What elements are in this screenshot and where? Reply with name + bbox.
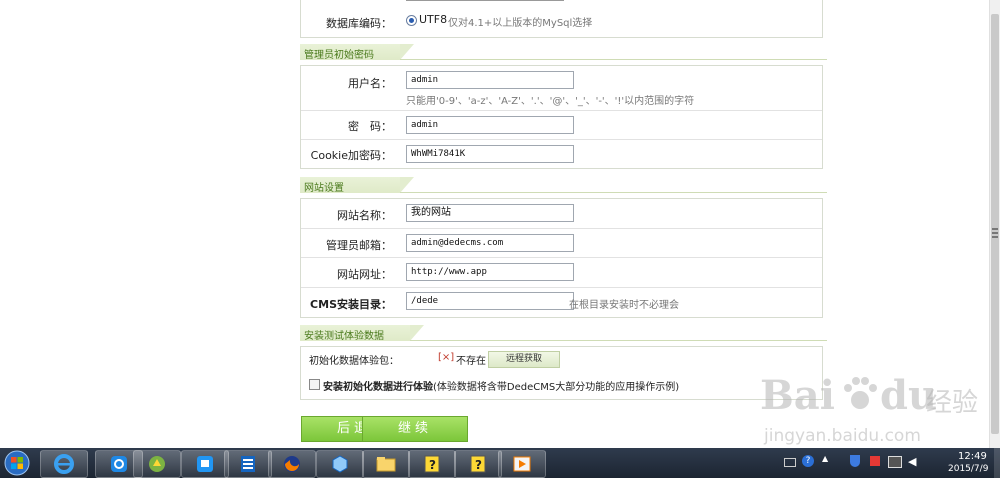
watermark-brand-cn: 经验: [926, 388, 979, 418]
test-data-checkbox-label: 安装初始化数据进行体验(体验数据将含带DedeCMS大部分功能的应用操作示例): [323, 378, 679, 393]
installer-page: 数据库编码： UTF8 仅对4.1+以上版本的MySql选择 管理员初始密码 用…: [0, 0, 989, 448]
volume-icon[interactable]: ◀: [908, 455, 916, 468]
cookie-input[interactable]: WhWMi7841K: [406, 145, 574, 163]
remote-fetch-button[interactable]: 远程获取: [488, 351, 560, 368]
folder-icon: [376, 457, 396, 472]
windows-logo-icon: [4, 450, 30, 476]
cube-app-icon: [332, 455, 348, 473]
help-tray-icon[interactable]: ?: [802, 455, 814, 467]
email-label: 管理员邮箱：: [326, 239, 392, 252]
tray-expand-icon[interactable]: ▲: [822, 454, 828, 463]
url-input[interactable]: http://www.app: [406, 263, 574, 281]
dir-row: CMS安装目录： /dede 在根目录安装时不必理会: [301, 287, 822, 317]
site-section-header: 网站设置: [300, 177, 827, 194]
admin-box: 用户名： admin 只能用'0-9'、'a-z'、'A-Z'、'.'、'@'、…: [300, 65, 823, 169]
scroll-grip: [992, 228, 998, 230]
clock-date[interactable]: 2015/7/9: [948, 464, 988, 474]
taskbar-firefox[interactable]: [268, 450, 316, 478]
taskbar-explorer[interactable]: [362, 450, 410, 478]
test-section-title: 安装测试体验数据: [304, 331, 384, 342]
internet-explorer-icon: [54, 454, 74, 474]
start-button[interactable]: [2, 450, 32, 476]
username-label: 用户名：: [348, 77, 392, 90]
watermark-url: jingyan.baidu.com: [764, 426, 921, 446]
dir-hint: 在根目录安装时不必理会: [569, 300, 679, 311]
flag-icon[interactable]: [870, 456, 880, 466]
username-input[interactable]: admin: [406, 71, 574, 89]
green-yellow-app-icon: [149, 456, 165, 472]
blue-app-icon: [111, 456, 127, 472]
scroll-grip: [992, 232, 998, 234]
init-label: 初始化数据体验包：: [309, 356, 399, 367]
url-label: 网站网址：: [337, 268, 392, 281]
dir-label: CMS安装目录：: [310, 298, 392, 311]
taskbar-app-7[interactable]: [316, 450, 364, 478]
shield-icon[interactable]: [850, 455, 860, 467]
email-row: 管理员邮箱： admin@dedecms.com: [301, 228, 822, 258]
db-encoding-label: 数据库编码：: [326, 17, 392, 30]
site-name-input[interactable]: 我的网站: [406, 204, 574, 222]
baidu-watermark: Bai du 经验 jingyan.baidu.com: [740, 372, 980, 448]
db-settings-box: 数据库编码： UTF8 仅对4.1+以上版本的MySql选择: [300, 0, 823, 38]
taskbar-help-1[interactable]: ?: [408, 450, 456, 478]
network-icon[interactable]: [888, 456, 902, 468]
admin-section-title: 管理员初始密码: [304, 50, 374, 61]
password-label: 密 码：: [348, 120, 392, 133]
system-tray: ? ▲ ◀ 12:49 2015/7/9: [780, 448, 1000, 478]
utf8-radio[interactable]: [406, 15, 417, 26]
scrollbar-thumb[interactable]: [991, 14, 999, 434]
test-data-checkbox[interactable]: [309, 379, 320, 390]
test-section-header: 安装测试体验数据: [300, 325, 827, 342]
dir-input[interactable]: /dede: [406, 292, 574, 310]
site-section-title: 网站设置: [304, 183, 344, 194]
db-input-bottom-edge: [406, 0, 564, 1]
username-row: 用户名： admin 只能用'0-9'、'a-z'、'A-Z'、'.'、'@'、…: [301, 66, 822, 111]
utf8-hint: 仅对4.1+以上版本的MySql选择: [448, 18, 593, 29]
url-row: 网站网址： http://www.app: [301, 257, 822, 288]
page-scrollbar[interactable]: [989, 0, 1000, 448]
site-name-label: 网站名称：: [337, 209, 392, 222]
keyboard-icon[interactable]: [784, 458, 796, 467]
firefox-icon: [284, 456, 300, 472]
scroll-grip: [992, 236, 998, 238]
watermark-brand: Bai: [760, 372, 835, 419]
taskbar-app-4[interactable]: [181, 450, 229, 478]
taskbar-help-2[interactable]: ?: [454, 450, 502, 478]
chat-app-icon: [197, 456, 213, 472]
next-button[interactable]: 继续: [362, 416, 468, 442]
windows-taskbar: ? ? ? ▲ ◀ 12:49 2015/7/9: [0, 448, 1000, 478]
help-file-icon: ?: [470, 455, 486, 473]
help-file-icon: ?: [424, 455, 440, 473]
taskbar-app-5[interactable]: [224, 450, 272, 478]
taskbar-ie[interactable]: [40, 450, 88, 478]
clock-time[interactable]: 12:49: [958, 451, 987, 462]
list-app-icon: [241, 456, 255, 472]
status-text: 不存在: [456, 356, 486, 367]
checkbox-label-bold: 安装初始化数据进行体验: [323, 382, 433, 393]
svg-text:?: ?: [429, 458, 436, 472]
taskbar-app-3[interactable]: [133, 450, 181, 478]
show-desktop-button[interactable]: [994, 448, 1000, 478]
cookie-row: Cookie加密码： WhWMi7841K: [301, 139, 822, 168]
cookie-label: Cookie加密码：: [310, 149, 392, 162]
taskbar-media[interactable]: [498, 450, 546, 478]
status-x-mark: [×]: [438, 352, 455, 363]
site-box: 网站名称： 我的网站 管理员邮箱： admin@dedecms.com 网站网址…: [300, 198, 823, 318]
password-input[interactable]: admin: [406, 116, 574, 134]
paw-icon: [844, 377, 877, 409]
username-hint: 只能用'0-9'、'a-z'、'A-Z'、'.'、'@'、'_'、'-'、'!'…: [406, 96, 695, 107]
password-row: 密 码： admin: [301, 110, 822, 140]
admin-section-header: 管理员初始密码: [300, 44, 827, 61]
email-input[interactable]: admin@dedecms.com: [406, 234, 574, 252]
site-name-row: 网站名称： 我的网站: [301, 199, 822, 229]
checkbox-label-rest: (体验数据将含带DedeCMS大部分功能的应用操作示例): [433, 382, 680, 393]
svg-text:?: ?: [475, 458, 482, 472]
utf8-label: UTF8: [419, 13, 448, 26]
media-player-icon: [513, 456, 531, 472]
